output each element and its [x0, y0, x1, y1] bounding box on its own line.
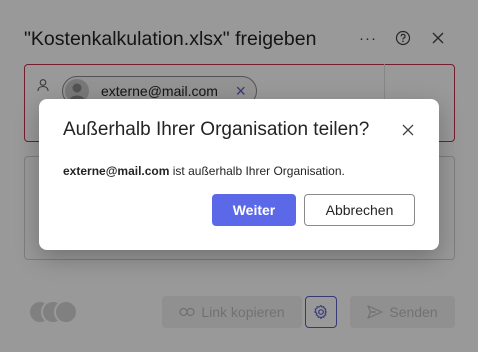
continue-button[interactable]: Weiter	[212, 194, 296, 226]
external-share-dialog: Außerhalb Ihrer Organisation teilen? ext…	[39, 99, 439, 250]
dialog-message-suffix: ist außerhalb Ihrer Organisation.	[169, 164, 345, 178]
cancel-button[interactable]: Abbrechen	[304, 194, 415, 226]
dialog-title: Außerhalb Ihrer Organisation teilen?	[63, 119, 370, 140]
dialog-message: externe@mail.com ist außerhalb Ihrer Org…	[63, 164, 345, 178]
close-icon	[402, 124, 414, 136]
dialog-message-email: externe@mail.com	[63, 164, 170, 178]
dialog-close-button[interactable]	[397, 119, 419, 141]
